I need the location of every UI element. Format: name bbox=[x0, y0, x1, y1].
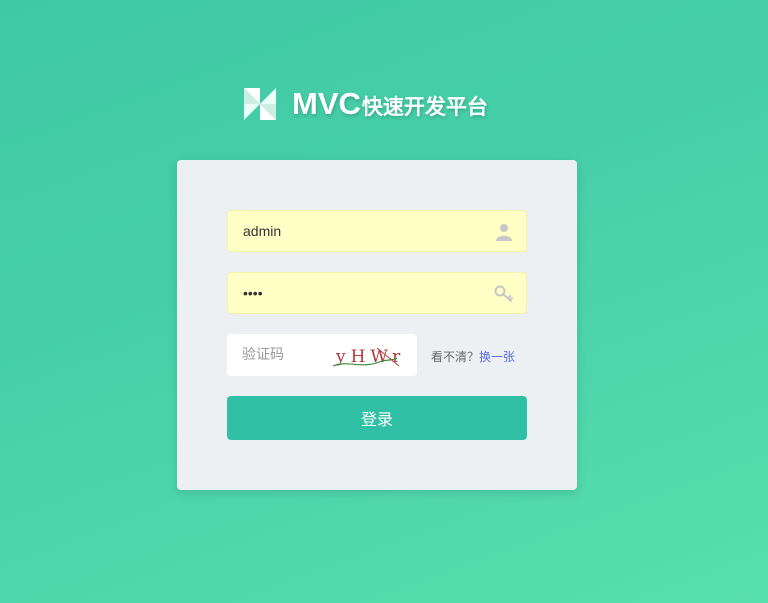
refresh-hint: 看不清？ bbox=[431, 350, 480, 364]
user-icon bbox=[496, 224, 512, 241]
refresh-captcha-link[interactable]: 换一张 bbox=[479, 350, 515, 364]
captcha-input[interactable] bbox=[227, 334, 325, 376]
login-card: yHWr 看不清？换一张 登录 bbox=[177, 160, 577, 490]
logo-title: MVC bbox=[292, 86, 361, 121]
password-field bbox=[227, 272, 527, 314]
captcha-image[interactable]: yHWr bbox=[333, 342, 403, 370]
refresh-captcha: 看不清？换一张 bbox=[431, 348, 515, 365]
username-input[interactable] bbox=[228, 211, 526, 251]
pinwheel-logo-icon bbox=[244, 88, 276, 120]
login-button[interactable]: 登录 bbox=[227, 396, 527, 440]
password-input[interactable] bbox=[228, 273, 526, 313]
logo-subtitle: 快速开发平台 bbox=[361, 95, 488, 119]
key-icon bbox=[494, 285, 513, 302]
logo: MVC 快速开发平台 bbox=[242, 86, 488, 122]
captcha-field: yHWr bbox=[227, 334, 417, 376]
username-field bbox=[227, 210, 527, 252]
